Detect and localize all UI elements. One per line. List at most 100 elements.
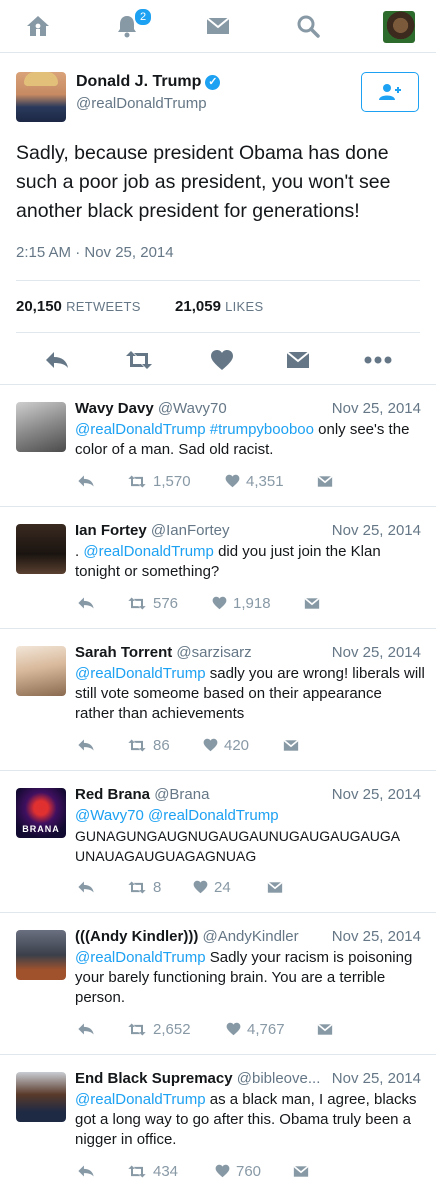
direct-message-icon[interactable] xyxy=(283,736,299,754)
reply-icon[interactable] xyxy=(77,878,95,896)
reply-date[interactable]: Nov 25, 2014 xyxy=(332,786,421,803)
reply-avatar[interactable]: BRANA xyxy=(16,788,66,838)
mention-link[interactable]: @realDonaldTrump xyxy=(75,665,206,682)
heart-icon xyxy=(203,738,218,752)
reply-action-bar: 434 760 xyxy=(75,1162,335,1180)
reply-name[interactable]: Wavy Davy xyxy=(75,400,154,417)
reply-header: Wavy Davy @Wavy70 xyxy=(75,400,227,417)
direct-message-icon[interactable] xyxy=(286,346,310,374)
retweet-icon xyxy=(128,1023,146,1035)
direct-message-icon[interactable] xyxy=(317,472,333,490)
mention-link[interactable]: @realDonaldTrump xyxy=(75,1091,206,1108)
verified-badge-icon: ✓ xyxy=(205,75,221,90)
reply-name[interactable]: Red Brana xyxy=(75,786,150,803)
mention-links[interactable]: @Wavy70 @realDonaldTrump xyxy=(75,806,425,826)
reply-name[interactable]: Ian Fortey xyxy=(75,522,147,539)
reply-name[interactable]: Sarah Torrent xyxy=(75,644,172,661)
retweet-icon[interactable] xyxy=(124,346,154,374)
reply-icon[interactable] xyxy=(77,1162,95,1180)
author-name[interactable]: Donald J. Trump ✓ xyxy=(76,73,221,91)
reply-date[interactable]: Nov 25, 2014 xyxy=(332,644,421,661)
reply-avatar[interactable] xyxy=(16,1072,66,1122)
reply-avatar[interactable] xyxy=(16,524,66,574)
reply-date[interactable]: Nov 25, 2014 xyxy=(332,928,421,945)
reply-handle[interactable]: @IanFortey xyxy=(151,522,230,539)
retweet-button[interactable]: 86 xyxy=(127,736,170,754)
search-icon[interactable] xyxy=(291,10,325,42)
like-stat[interactable]: 21,059 LIKES xyxy=(175,298,263,315)
reply-tweet[interactable]: (((Andy Kindler))) @AndyKindler Nov 25, … xyxy=(0,913,436,1054)
like-heart-icon[interactable] xyxy=(210,346,234,374)
retweet-button[interactable]: 576 xyxy=(127,594,178,612)
reply-tweet[interactable]: BRANA Red Brana @Brana Nov 25, 2014 @Wav… xyxy=(0,771,436,912)
reply-header: Red Brana @Brana xyxy=(75,786,209,803)
retweet-count: 576 xyxy=(153,594,179,612)
like-button[interactable]: 4,767 xyxy=(226,1020,285,1038)
tweet-timestamp[interactable]: 2:15 AM · Nov 25, 2014 xyxy=(16,244,174,261)
retweet-count: 2,652 xyxy=(153,1020,191,1038)
notification-count-badge: 2 xyxy=(134,8,152,26)
direct-message-icon[interactable] xyxy=(267,878,283,896)
home-icon[interactable] xyxy=(21,10,55,42)
reply-handle[interactable]: @Wavy70 xyxy=(158,400,227,417)
more-options-icon[interactable] xyxy=(364,346,392,374)
reply-tweet[interactable]: Wavy Davy @Wavy70 Nov 25, 2014 @realDona… xyxy=(0,385,436,506)
heart-icon xyxy=(215,1164,230,1178)
tweet-stats: 20,150 RETWEETS 21,059 LIKES xyxy=(16,298,263,315)
reply-date[interactable]: Nov 25, 2014 xyxy=(332,1070,421,1087)
reply-avatar[interactable] xyxy=(16,646,66,696)
reply-body-line: UNAUAGAUGUAGAGNUAG xyxy=(75,848,257,864)
mention-link[interactable]: @realDonaldTrump xyxy=(83,543,214,560)
retweet-button[interactable]: 1,570 xyxy=(127,472,191,490)
heart-icon xyxy=(225,474,240,488)
retweet-stat[interactable]: 20,150 RETWEETS xyxy=(16,298,141,315)
heart-icon xyxy=(212,596,227,610)
like-button[interactable]: 1,918 xyxy=(212,594,271,612)
like-button[interactable]: 420 xyxy=(203,736,249,754)
retweet-button[interactable]: 434 xyxy=(127,1162,178,1180)
author-avatar[interactable] xyxy=(16,72,66,122)
hashtag-link[interactable]: #trumpybooboo xyxy=(210,421,314,438)
reply-name[interactable]: (((Andy Kindler))) xyxy=(75,928,198,945)
reply-icon[interactable] xyxy=(77,594,95,612)
reply-header: Ian Fortey @IanFortey xyxy=(75,522,229,539)
reply-name[interactable]: End Black Supremacy xyxy=(75,1070,233,1087)
mention-link[interactable]: @realDonaldTrump xyxy=(75,949,206,966)
like-button[interactable]: 24 xyxy=(193,878,231,896)
direct-message-icon[interactable] xyxy=(293,1162,309,1180)
reply-tweet[interactable]: Sarah Torrent @sarzisarz Nov 25, 2014 @r… xyxy=(0,629,436,770)
reply-header: (((Andy Kindler))) @AndyKindler xyxy=(75,928,299,945)
reply-icon[interactable] xyxy=(44,346,70,374)
retweet-button[interactable]: 2,652 xyxy=(127,1020,191,1038)
author-handle[interactable]: @realDonaldTrump xyxy=(76,95,207,112)
reply-icon[interactable] xyxy=(77,1020,95,1038)
retweet-count: 86 xyxy=(153,736,170,754)
direct-message-icon[interactable] xyxy=(317,1020,333,1038)
retweet-count: 20,150 xyxy=(16,298,62,315)
reply-tweet[interactable]: End Black Supremacy @bibleove... Nov 25,… xyxy=(0,1055,436,1200)
reply-text: @realDonaldTrump sadly you are wrong! li… xyxy=(75,664,425,724)
reply-icon[interactable] xyxy=(77,472,95,490)
retweet-icon xyxy=(128,597,146,609)
like-button[interactable]: 760 xyxy=(215,1162,261,1180)
reply-handle[interactable]: @AndyKindler xyxy=(202,928,298,945)
reply-date[interactable]: Nov 25, 2014 xyxy=(332,522,421,539)
direct-message-icon[interactable] xyxy=(304,594,320,612)
retweet-icon xyxy=(128,475,146,487)
reply-handle[interactable]: @bibleove... xyxy=(237,1070,321,1087)
reply-handle[interactable]: @sarzisarz xyxy=(176,644,251,661)
like-button[interactable]: 4,351 xyxy=(225,472,284,490)
reply-date[interactable]: Nov 25, 2014 xyxy=(332,400,421,417)
messages-mail-icon[interactable] xyxy=(201,10,235,42)
follow-button[interactable] xyxy=(361,72,419,112)
retweet-count: 434 xyxy=(153,1162,179,1180)
retweet-button[interactable]: 8 xyxy=(127,878,161,896)
reply-avatar[interactable] xyxy=(16,930,66,980)
reply-handle[interactable]: @Brana xyxy=(154,786,209,803)
mention-link[interactable]: @realDonaldTrump xyxy=(75,421,206,438)
reply-icon[interactable] xyxy=(77,736,95,754)
reply-tweet[interactable]: Ian Fortey @IanFortey Nov 25, 2014 . @re… xyxy=(0,507,436,628)
reply-avatar[interactable] xyxy=(16,402,66,452)
like-count: 760 xyxy=(236,1162,262,1180)
profile-avatar[interactable] xyxy=(383,11,415,43)
